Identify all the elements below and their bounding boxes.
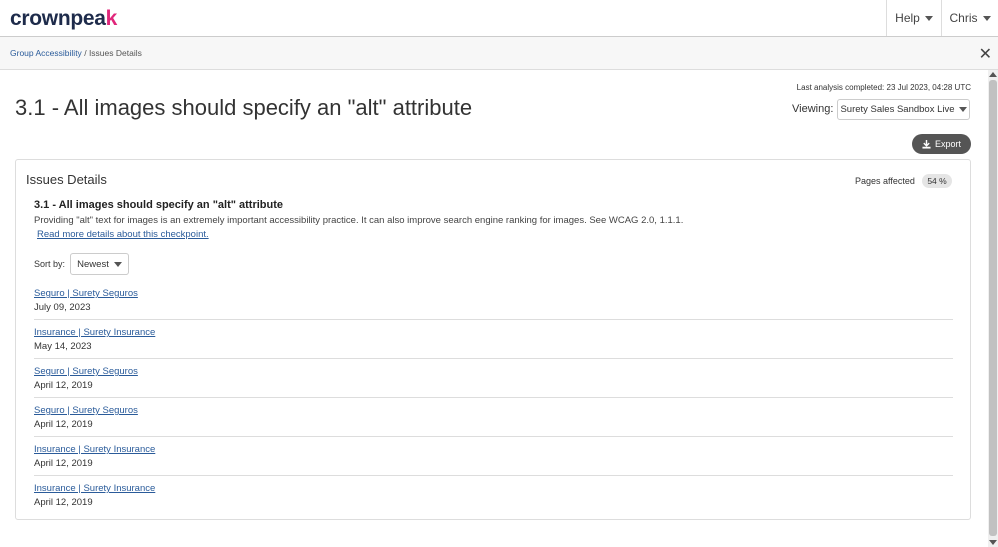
help-menu[interactable]: Help xyxy=(886,0,941,36)
crownpeak-logo[interactable]: crownpeak xyxy=(10,7,117,31)
site-select-value: Surety Sales Sandbox Live xyxy=(840,104,955,115)
checkpoint-details-link[interactable]: Read more details about this checkpoint. xyxy=(37,229,209,240)
page-date: April 12, 2019 xyxy=(34,419,93,430)
sort-select[interactable]: Newest xyxy=(70,253,129,275)
download-icon xyxy=(922,139,931,149)
page-date: July 09, 2023 xyxy=(34,302,91,313)
page-date: April 12, 2019 xyxy=(34,458,93,469)
checkpoint-description: Providing "alt" text for images is an ex… xyxy=(34,215,684,226)
breadcrumb-current: Issues Details xyxy=(88,48,142,58)
sort-label: Sort by: xyxy=(34,259,66,269)
page-link[interactable]: Seguro | Surety Seguros xyxy=(34,366,138,377)
user-menu[interactable]: Chris xyxy=(941,0,998,36)
page-title: 3.1 - All images should specify an "alt"… xyxy=(15,95,473,120)
scrollbar-thumb[interactable] xyxy=(989,80,997,536)
pages-affected-badge: 54 % xyxy=(922,174,952,188)
breadcrumb-link-group-accessibility[interactable]: Group Accessibility xyxy=(10,48,82,58)
list-item: Seguro | Surety Seguros April 12, 2019 xyxy=(34,360,953,398)
user-label: Chris xyxy=(949,11,978,25)
chevron-down-icon xyxy=(958,107,967,112)
scrollbar[interactable] xyxy=(988,70,998,547)
list-item: Insurance | Surety Insurance April 12, 2… xyxy=(34,438,953,476)
list-item: Insurance | Surety Insurance May 14, 202… xyxy=(34,321,953,359)
page-link[interactable]: Seguro | Surety Seguros xyxy=(34,405,138,416)
list-item: Seguro | Surety Seguros July 09, 2023 xyxy=(34,282,953,320)
breadcrumb-separator: / xyxy=(84,48,87,58)
chevron-down-icon xyxy=(924,15,933,21)
page-link[interactable]: Insurance | Surety Insurance xyxy=(34,327,155,338)
last-analysis-text: Last analysis completed: 23 Jul 2023, 04… xyxy=(796,83,971,92)
page-link[interactable]: Insurance | Surety Insurance xyxy=(34,444,155,455)
site-select[interactable]: Surety Sales Sandbox Live xyxy=(837,99,970,120)
chevron-down-icon xyxy=(982,15,991,21)
sort-select-value: Newest xyxy=(77,258,109,270)
scroll-down-icon[interactable] xyxy=(989,540,997,545)
viewing-label: Viewing: xyxy=(792,103,834,115)
page-link[interactable]: Seguro | Surety Seguros xyxy=(34,288,138,299)
breadcrumb: Group Accessibility / Issues Details xyxy=(0,37,998,70)
page-date: April 12, 2019 xyxy=(34,380,93,391)
panel-title: Issues Details xyxy=(26,172,107,187)
chevron-down-icon xyxy=(113,261,122,267)
close-icon[interactable]: ✕ xyxy=(979,44,992,64)
export-label: Export xyxy=(934,139,961,149)
scroll-up-icon[interactable] xyxy=(989,72,997,77)
export-button[interactable]: Export xyxy=(912,134,971,154)
pages-affected-label: Pages affected xyxy=(855,176,915,186)
help-label: Help xyxy=(895,11,920,25)
list-item: Insurance | Surety Insurance April 12, 2… xyxy=(34,477,953,514)
list-item: Seguro | Surety Seguros April 12, 2019 xyxy=(34,399,953,437)
page-date: May 14, 2023 xyxy=(34,341,92,352)
page-date: April 12, 2019 xyxy=(34,497,93,508)
affected-pages-list: Seguro | Surety Seguros July 09, 2023 In… xyxy=(34,282,953,515)
top-nav: crownpeak Help Chris xyxy=(0,0,998,37)
checkpoint-title: 3.1 - All images should specify an "alt"… xyxy=(34,199,284,211)
page-link[interactable]: Insurance | Surety Insurance xyxy=(34,483,155,494)
